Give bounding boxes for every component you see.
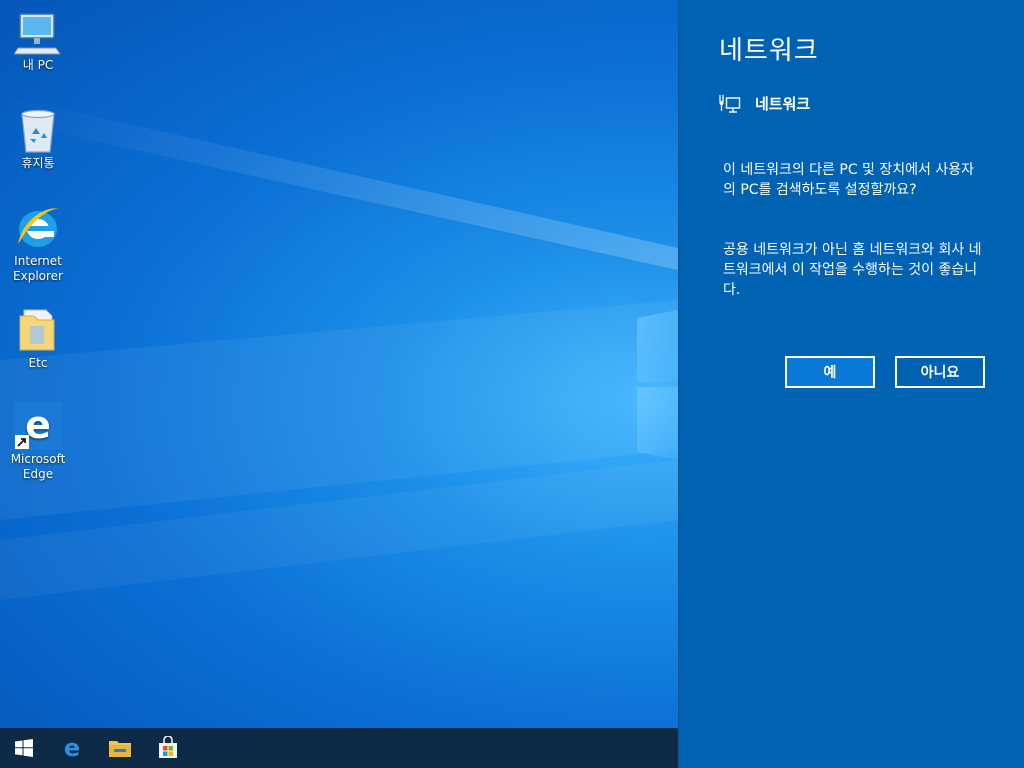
taskbar-edge-button[interactable]: e bbox=[48, 728, 96, 768]
desktop-icon-recycle-bin[interactable]: 휴지통 bbox=[0, 106, 76, 171]
desktop-icon-internet-explorer[interactable]: Internet Explorer bbox=[0, 204, 76, 284]
edge-icon: e bbox=[64, 736, 80, 760]
taskbar-store-button[interactable] bbox=[144, 728, 192, 768]
file-explorer-icon bbox=[109, 741, 131, 757]
start-icon bbox=[15, 739, 33, 757]
wallpaper-light-rays bbox=[0, 95, 678, 600]
network-wired-icon bbox=[719, 94, 741, 113]
computer-icon bbox=[13, 8, 62, 56]
edge-icon: e bbox=[14, 402, 62, 450]
desktop: 내 PC 휴지통 Internet Explorer Etc e Microso… bbox=[0, 0, 678, 728]
folder-icon bbox=[14, 306, 62, 354]
taskbar: e bbox=[0, 728, 678, 768]
recycle-bin-icon bbox=[14, 106, 62, 154]
desktop-icon-label: Microsoft Edge bbox=[10, 452, 66, 481]
flyout-title: 네트워크 bbox=[719, 36, 819, 66]
network-flyout-panel: 네트워크 네트워크 이 네트워크의 다른 PC 및 장치에서 사용자의 PC를 … bbox=[678, 0, 1024, 768]
store-icon bbox=[159, 736, 177, 758]
desktop-icon-microsoft-edge[interactable]: e Microsoft Edge bbox=[0, 402, 76, 482]
yes-button[interactable]: 예 bbox=[785, 356, 875, 388]
no-button[interactable]: 아니요 bbox=[895, 356, 985, 388]
start-button[interactable] bbox=[0, 728, 48, 768]
desktop-icon-etc-folder[interactable]: Etc bbox=[0, 306, 76, 371]
desktop-icon-label: Etc bbox=[28, 356, 48, 370]
svg-text:e: e bbox=[64, 736, 80, 760]
desktop-icon-label: 내 PC bbox=[22, 58, 54, 72]
desktop-icon-this-pc[interactable]: 내 PC bbox=[0, 8, 76, 73]
network-entry: 네트워크 bbox=[719, 93, 810, 114]
desktop-icon-label: Internet Explorer bbox=[13, 254, 63, 283]
discovery-recommendation-text: 공용 네트워크가 아닌 홈 네트워크와 회사 네트워크에서 이 작업을 수행하는… bbox=[723, 242, 982, 298]
internet-explorer-icon bbox=[14, 204, 62, 252]
desktop-icon-label: 휴지통 bbox=[21, 156, 55, 170]
discovery-question-text: 이 네트워크의 다른 PC 및 장치에서 사용자의 PC를 검색하도록 설정할까… bbox=[723, 162, 974, 198]
network-name: 네트워크 bbox=[755, 95, 811, 113]
taskbar-file-explorer-button[interactable] bbox=[96, 728, 144, 768]
